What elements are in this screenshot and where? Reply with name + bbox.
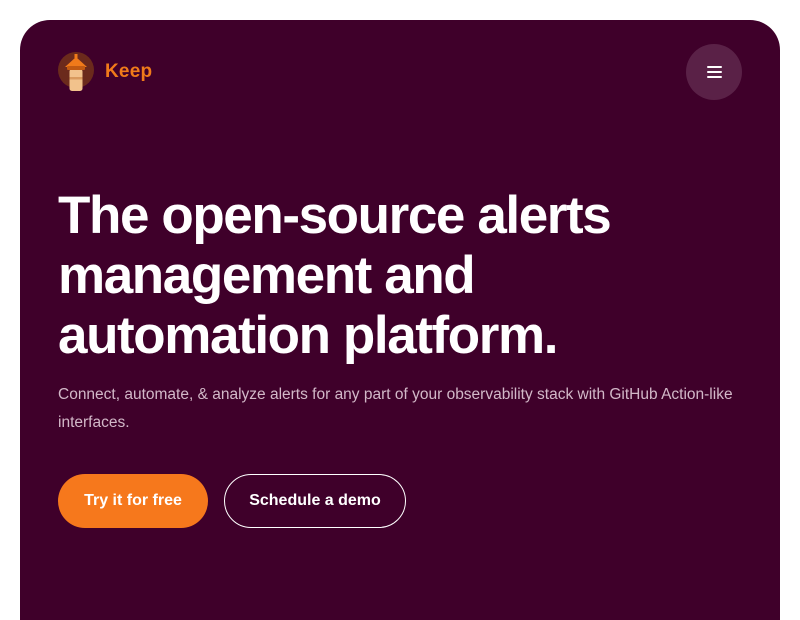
brand-link[interactable]: Keep (58, 50, 152, 94)
brand-name: Keep (105, 61, 153, 82)
menu-button[interactable] (686, 44, 742, 100)
headline-line: management and (58, 246, 476, 305)
try-for-free-button[interactable]: Try it for free (58, 474, 208, 528)
headline-line: automation platform. (58, 306, 558, 365)
hamburger-menu-icon (706, 66, 722, 78)
hero-subtitle: Connect, automate, & analyze alerts for … (58, 386, 733, 431)
lighthouse-logo-icon (58, 52, 94, 91)
schedule-demo-button[interactable]: Schedule a demo (224, 474, 406, 528)
hero-section: Keep The open-source alerts management a… (20, 20, 780, 620)
headline-line: The open-source alerts (58, 186, 612, 245)
hero-headline: The open-source alerts management and au… (58, 186, 738, 366)
